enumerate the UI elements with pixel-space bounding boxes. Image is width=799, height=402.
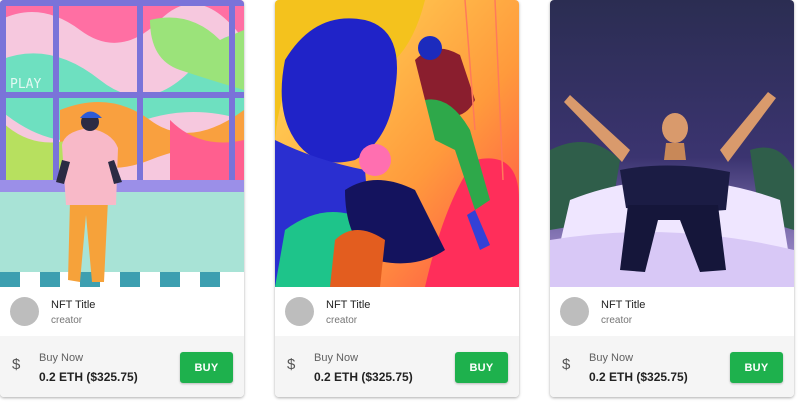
buy-button[interactable]: BUY (730, 352, 783, 383)
dollar-icon: $ (12, 356, 21, 373)
nft-card[interactable]: PLAY NFT Title creator $ Buy Now 0.2 ETH… (0, 0, 244, 397)
buy-button[interactable]: BUY (180, 352, 233, 383)
avatar[interactable] (285, 297, 314, 326)
creator-row: NFT Title creator (550, 287, 794, 336)
creator-row: NFT Title creator (0, 287, 244, 336)
nft-artwork-figures[interactable] (275, 0, 519, 287)
creator-row: NFT Title creator (275, 287, 519, 336)
purchase-row: $ Buy Now 0.2 ETH ($325.75) BUY (550, 336, 794, 397)
buy-button[interactable]: BUY (455, 352, 508, 383)
art-play-text: PLAY (10, 77, 41, 92)
nft-artwork-3d-figure[interactable] (550, 0, 794, 287)
price: 0.2 ETH ($325.75) (314, 370, 413, 384)
avatar[interactable] (560, 297, 589, 326)
creator-name[interactable]: creator (51, 315, 82, 326)
buy-now-label: Buy Now (589, 352, 634, 364)
price: 0.2 ETH ($325.75) (39, 370, 138, 384)
nft-card[interactable]: NFT Title creator $ Buy Now 0.2 ETH ($32… (275, 0, 519, 397)
buy-now-label: Buy Now (39, 352, 84, 364)
avatar[interactable] (10, 297, 39, 326)
nft-title[interactable]: NFT Title (51, 299, 95, 311)
purchase-row: $ Buy Now 0.2 ETH ($325.75) BUY (0, 336, 244, 397)
buy-now-label: Buy Now (314, 352, 359, 364)
creator-name[interactable]: creator (601, 315, 632, 326)
nft-title[interactable]: NFT Title (326, 299, 370, 311)
price: 0.2 ETH ($325.75) (589, 370, 688, 384)
dollar-icon: $ (562, 356, 571, 373)
nft-artwork-window-scene[interactable]: PLAY (0, 0, 244, 287)
nft-title[interactable]: NFT Title (601, 299, 645, 311)
nft-card[interactable]: NFT Title creator $ Buy Now 0.2 ETH ($32… (550, 0, 794, 397)
purchase-row: $ Buy Now 0.2 ETH ($325.75) BUY (275, 336, 519, 397)
creator-name[interactable]: creator (326, 315, 357, 326)
dollar-icon: $ (287, 356, 296, 373)
